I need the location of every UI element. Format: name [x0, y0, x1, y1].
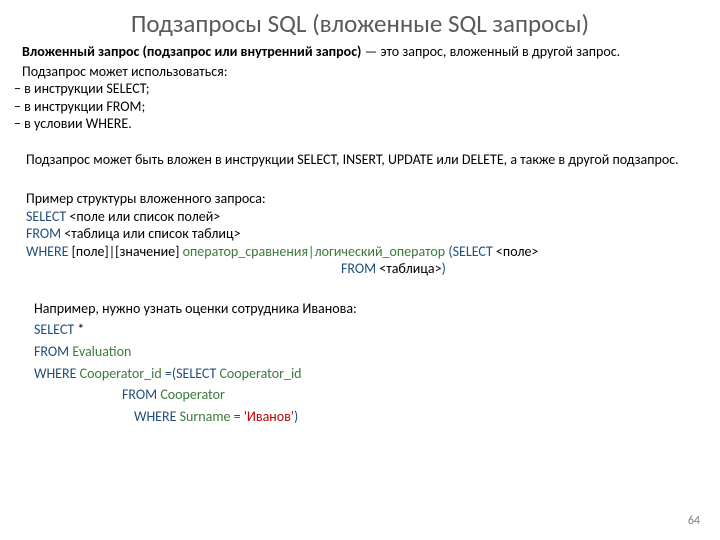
usage-label: Подзапрос может использоваться:: [22, 63, 698, 81]
ex2-tbl: Evaluation: [72, 343, 131, 360]
ex2-line5: WHERE Surname = 'Иванов'): [34, 406, 698, 428]
slide-content: Вложенный запрос (подзапрос или внутренн…: [0, 43, 720, 428]
struct-label: Пример структуры вложенного запроса:: [26, 190, 698, 208]
ex2-l1-rest: *: [74, 321, 84, 338]
struct-l2-rest: <таблица или список таблиц>: [61, 225, 240, 242]
slide-title: Подзапросы SQL (вложенные SQL запросы): [0, 0, 720, 43]
intro-rest: — это запрос, вложенный в другой запрос.: [361, 43, 620, 60]
struct-l3-mid: [поле]|[значение]: [68, 243, 182, 260]
ex2-eq2: =: [234, 408, 244, 425]
kw-from-inner: FROM: [341, 260, 376, 277]
ex2-line3: WHERE Cooperator_id =(SELECT Cooperator_…: [34, 363, 698, 385]
kw-select: SELECT: [34, 321, 74, 338]
intro-bold: Вложенный запрос (подзапрос или внутренн…: [22, 43, 361, 60]
struct-l3-open: (: [445, 243, 452, 260]
nested-note: Подзапрос может быть вложен в инструкции…: [22, 151, 698, 169]
ex2-line1: SELECT *: [34, 319, 698, 341]
kw-from: FROM: [34, 343, 72, 360]
kw-select-inner: SELECT: [453, 243, 493, 260]
concrete-example: Например, нужно узнать оценки сотрудника…: [22, 298, 698, 428]
page-number: 64: [688, 514, 700, 528]
kw-where: WHERE: [34, 365, 80, 382]
bullet-item: − в условии WHERE.: [14, 115, 698, 133]
ex2-surname: Surname: [180, 408, 234, 425]
ex2-value: 'Иванов': [244, 408, 294, 425]
kw-select-inner: SELECT: [176, 365, 219, 382]
kw-where: WHERE: [26, 243, 68, 260]
struct-l3-green: оператор_сравнения|логический_оператор: [183, 243, 446, 260]
structure-example: Пример структуры вложенного запроса: SEL…: [22, 190, 698, 278]
kw-select: SELECT: [26, 208, 66, 225]
kw-from-inner: FROM: [122, 386, 160, 403]
ex2-eq: =(: [165, 365, 176, 382]
struct-l4-close: ): [442, 260, 446, 277]
example2-label: Например, нужно узнать оценки сотрудника…: [34, 298, 698, 320]
intro-text: Вложенный запрос (подзапрос или внутренн…: [22, 43, 698, 61]
struct-line4: FROM <таблица>): [26, 260, 698, 278]
bullet-item: − в инструкции FROM;: [14, 98, 698, 116]
struct-line1: SELECT <поле или список полей>: [26, 208, 698, 226]
bullet-item: − в инструкции SELECT;: [14, 80, 698, 98]
struct-line2: FROM <таблица или список таблиц>: [26, 225, 698, 243]
ex2-tbl2: Cooperator: [160, 386, 225, 403]
struct-l4-rest: <таблица>: [376, 260, 441, 277]
kw-from: FROM: [26, 225, 61, 242]
struct-l3-field: <поле>: [493, 243, 539, 260]
ex2-col: Cooperator_id: [80, 365, 165, 382]
ex2-line2: FROM Evaluation: [34, 341, 698, 363]
ex2-col2: Cooperator_id: [219, 365, 301, 382]
ex2-close: ): [294, 408, 298, 425]
ex2-line4: FROM Cooperator: [34, 384, 698, 406]
struct-line3: WHERE [поле]|[значение] оператор_сравнен…: [26, 243, 698, 261]
usage-bullets: − в инструкции SELECT; − в инструкции FR…: [14, 80, 698, 133]
struct-l1-rest: <поле или список полей>: [66, 208, 220, 225]
kw-where-inner: WHERE: [134, 408, 180, 425]
